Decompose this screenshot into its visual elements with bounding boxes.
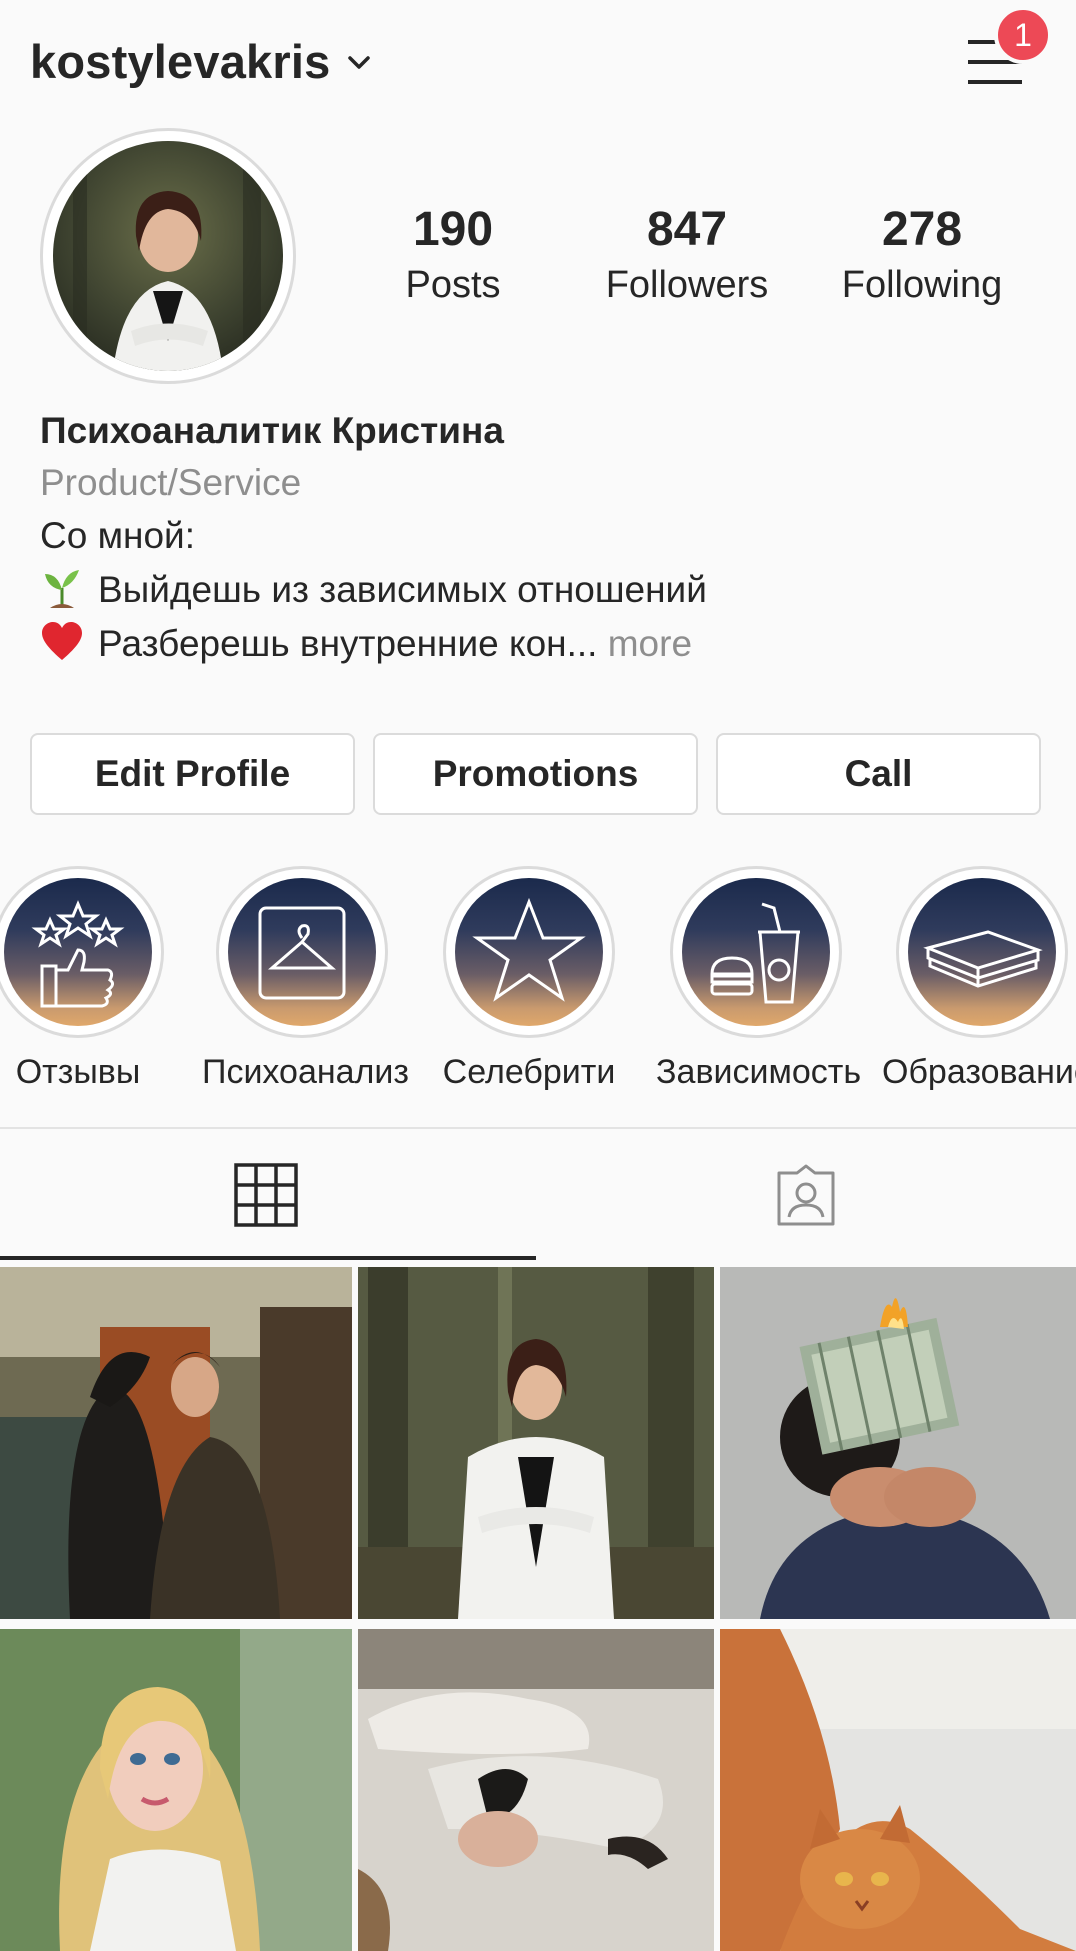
stat-label: Following (841, 264, 1003, 306)
tab-grid[interactable] (0, 1129, 538, 1259)
highlight-cover (216, 866, 388, 1038)
thumbs-up-stars-icon (31, 900, 125, 1008)
chevron-down-icon[interactable] (344, 48, 374, 78)
highlight-label: Образование (882, 1053, 1076, 1091)
bio-line: Со мной: (40, 515, 195, 556)
highlight-psychoanalysis[interactable]: Психоанализ (202, 866, 409, 1094)
followers-count[interactable]: 847 Followers (577, 200, 797, 310)
stat-label: Followers (605, 264, 769, 306)
book-icon (923, 930, 1043, 988)
post-image (720, 1629, 1076, 1951)
star-icon (472, 897, 586, 1002)
bio-line: Выйдешь из зависимых отношений (40, 563, 1040, 617)
call-button[interactable]: Call (716, 733, 1041, 815)
hanger-icon (258, 906, 346, 1000)
more-link[interactable]: more (608, 623, 692, 664)
post-image (358, 1267, 714, 1619)
highlight-reviews[interactable]: Отзывы (0, 866, 178, 1094)
grid-post[interactable] (358, 1629, 714, 1951)
posts-count[interactable]: 190 Posts (343, 200, 563, 310)
grid-post[interactable] (720, 1629, 1076, 1951)
active-tab-indicator (0, 1256, 536, 1260)
highlight-label: Отзывы (15, 1053, 141, 1091)
highlight-cover (443, 866, 615, 1038)
fast-food-icon (710, 902, 800, 1004)
avatar (53, 141, 283, 371)
highlight-education[interactable]: Образование (882, 866, 1076, 1094)
highlight-celebrity[interactable]: Селебрити (429, 866, 629, 1094)
highlight-label: Психоанализ (202, 1053, 409, 1091)
stat-value: 847 (646, 203, 728, 256)
red-heart-icon (42, 622, 82, 660)
profile-avatar[interactable] (40, 128, 296, 384)
highlight-cover (670, 866, 842, 1038)
seedling-icon (45, 570, 79, 608)
stat-value: 190 (412, 203, 494, 256)
grid-post[interactable] (0, 1629, 352, 1951)
display-name: Психоаналитик Кристина (40, 410, 504, 451)
grid-post[interactable] (358, 1267, 714, 1619)
post-image (358, 1629, 714, 1951)
highlight-addiction[interactable]: Зависимость (656, 866, 862, 1094)
bio-text: Разберешь внутренние кон... (98, 623, 598, 664)
posts-grid (0, 1267, 1076, 1951)
username[interactable]: kostylevakris (30, 34, 330, 89)
highlight-cover (0, 866, 164, 1038)
highlight-label: Селебрити (442, 1053, 616, 1091)
stat-label: Posts (405, 264, 501, 306)
promotions-button[interactable]: Promotions (373, 733, 698, 815)
bio-text: Выйдешь из зависимых отношений (98, 569, 707, 610)
grid-icon (234, 1163, 298, 1227)
highlight-cover (896, 866, 1068, 1038)
grid-post[interactable] (720, 1267, 1076, 1619)
highlight-label: Зависимость (656, 1053, 862, 1091)
tagged-person-icon (777, 1164, 835, 1226)
following-count[interactable]: 278 Following (812, 200, 1032, 310)
avatar-photo (53, 141, 283, 371)
stat-value: 278 (881, 203, 963, 256)
bio-line: Разберешь внутренние кон... more (40, 617, 1040, 671)
notification-badge: 1 (994, 6, 1052, 64)
category-label: Product/Service (40, 462, 302, 503)
post-image (0, 1267, 352, 1619)
grid-post[interactable] (0, 1267, 352, 1619)
profile-bio: Психоаналитик Кристина Product/Service С… (40, 405, 1040, 671)
post-image (720, 1267, 1076, 1619)
top-bar: kostylevakris 1 (0, 0, 1076, 125)
edit-profile-button[interactable]: Edit Profile (30, 733, 355, 815)
tab-tagged[interactable] (538, 1129, 1076, 1259)
post-image (0, 1629, 352, 1951)
